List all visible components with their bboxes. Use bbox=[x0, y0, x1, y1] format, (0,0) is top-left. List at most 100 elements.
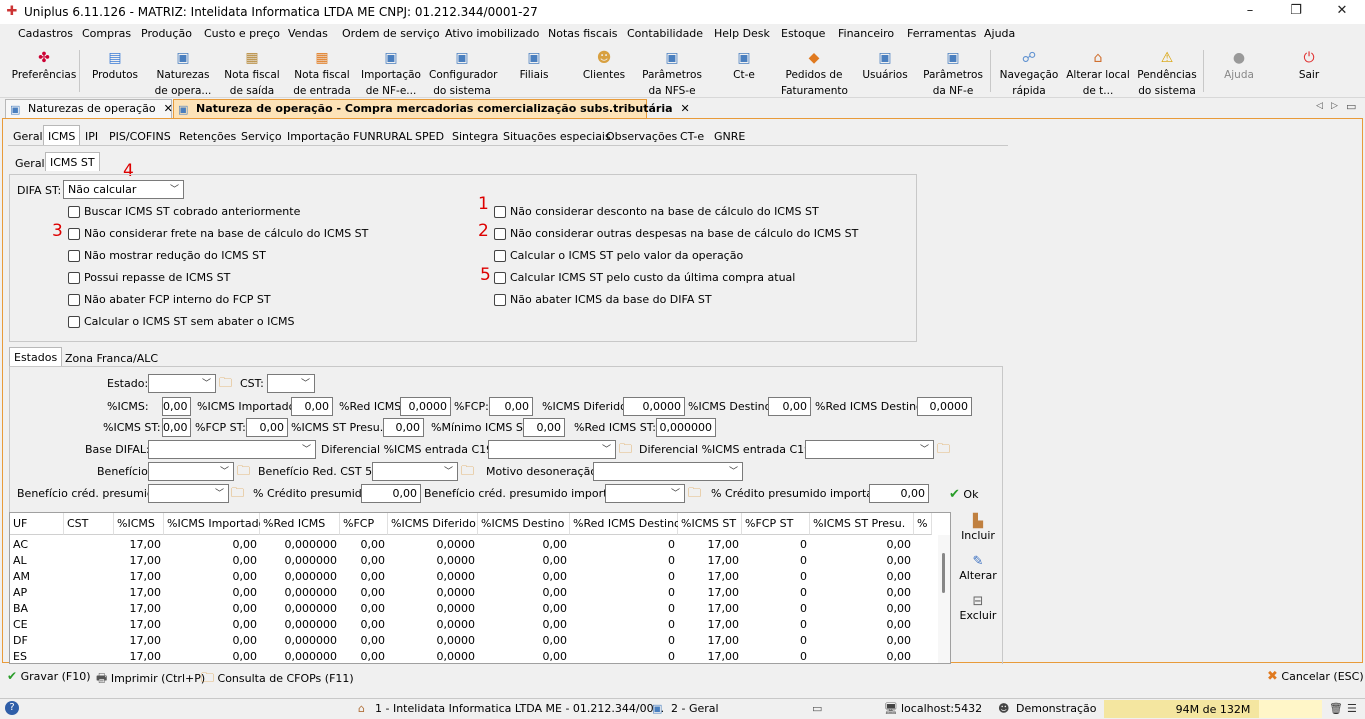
credito-presumido-input[interactable]: 0,00 bbox=[361, 484, 421, 503]
estado-select[interactable]: ﹀ bbox=[148, 374, 216, 393]
close-tab-icon[interactable]: ✕ bbox=[164, 102, 173, 115]
ok-button[interactable]: ✔ Ok bbox=[949, 487, 978, 502]
table-row[interactable]: DF 17,00 0,00 0,000000 0,00 0,0000 0,00 0 17,00 0… bbox=[10, 633, 938, 649]
icms-diferido-input[interactable]: 0,0000 bbox=[623, 397, 685, 416]
list-icon[interactable]: ☰ bbox=[1347, 702, 1357, 715]
credito-presumido-imp-input[interactable]: 0,00 bbox=[869, 484, 929, 503]
dif-195-select[interactable]: ﹀ bbox=[488, 440, 616, 459]
toolbar-preferencias-button[interactable]: ✤ Preferências bbox=[11, 48, 77, 98]
checkbox[interactable] bbox=[494, 294, 506, 306]
grid-header-cell[interactable]: %Red ICMS bbox=[260, 513, 340, 535]
red-icms-destino-input[interactable]: 0,0000 bbox=[917, 397, 972, 416]
menu-estoque[interactable]: Estoque bbox=[781, 27, 825, 40]
check-calcular-valor-operacao[interactable]: Calcular o ICMS ST pelo valor da operaçã… bbox=[494, 249, 743, 262]
checkbox[interactable] bbox=[68, 316, 80, 328]
folder-search-icon[interactable]: 🗀 bbox=[237, 462, 250, 484]
alterar-button[interactable]: ✎ Alterar bbox=[958, 554, 998, 582]
grid-header-cell[interactable]: %FCP bbox=[340, 513, 388, 535]
status-company[interactable]: 1 - Intelidata Informatica LTDA ME - 01.… bbox=[375, 702, 664, 715]
tab-funrural[interactable]: FUNRURAL bbox=[351, 128, 414, 146]
tab-retencoes[interactable]: Retenções bbox=[177, 128, 238, 146]
tab-pis-cofins[interactable]: PIS/COFINS bbox=[107, 128, 173, 146]
toolbar-navegacao-button[interactable]: ☍ Navegação rápida bbox=[996, 48, 1062, 98]
checkbox[interactable] bbox=[494, 228, 506, 240]
grid-header-cell[interactable]: % bbox=[914, 513, 932, 535]
toolbar-clientes-button[interactable]: ☻ Clientes bbox=[571, 48, 637, 98]
trash-icon[interactable]: 🗑 bbox=[1329, 702, 1343, 715]
table-row[interactable]: ES 17,00 0,00 0,000000 0,00 0,0000 0,00 0 17,00 0… bbox=[10, 649, 938, 663]
toolbar-parametros-nfe-button[interactable]: ▣ Parâmetros da NF-e bbox=[920, 48, 986, 98]
menu-compras[interactable]: Compras bbox=[82, 27, 131, 40]
fcp-st-input[interactable]: 0,00 bbox=[246, 418, 288, 437]
grid-header-cell[interactable]: CST bbox=[64, 513, 114, 535]
toolbar-filiais-button[interactable]: ▣ Filiais bbox=[501, 48, 567, 98]
table-row[interactable]: AL 17,00 0,00 0,000000 0,00 0,0000 0,00 0 17,00 0… bbox=[10, 553, 938, 569]
check-nao-considerar-desconto[interactable]: Não considerar desconto na base de cálcu… bbox=[494, 205, 819, 218]
grid-header-cell[interactable]: %ICMS ST Presu. bbox=[810, 513, 914, 535]
tab-sintegra[interactable]: Sintegra bbox=[450, 128, 500, 146]
toolbar-usuarios-button[interactable]: ▣ Usuários bbox=[852, 48, 918, 98]
folder-search-icon[interactable]: 🗀 bbox=[219, 374, 232, 396]
subtab-geral[interactable]: Geral bbox=[13, 155, 47, 173]
base-difal-select[interactable]: ﹀ bbox=[148, 440, 316, 459]
close-tab-icon[interactable]: ✕ bbox=[681, 102, 690, 115]
estados-grid[interactable]: UF CST %ICMS %ICMS Importado %Red ICMS %FCP %I… bbox=[9, 512, 951, 664]
table-row[interactable]: AP 17,00 0,00 0,000000 0,00 0,0000 0,00 0 17,00 0… bbox=[10, 585, 938, 601]
excluir-button[interactable]: ⊟ Excluir bbox=[958, 594, 998, 622]
table-row[interactable]: AM 17,00 0,00 0,000000 0,00 0,0000 0,00 0 17,00 0… bbox=[10, 569, 938, 585]
toolbar-cte-button[interactable]: ▣ Ct-e bbox=[711, 48, 777, 98]
menu-vendas[interactable]: Vendas bbox=[288, 27, 328, 40]
check-calcular-sem-abater[interactable]: Calcular o ICMS ST sem abater o ICMS bbox=[68, 315, 295, 328]
folder-search-icon[interactable]: 🗀 bbox=[619, 440, 632, 462]
checkbox[interactable] bbox=[494, 206, 506, 218]
close-window-button[interactable]: ✕ bbox=[1319, 0, 1365, 24]
grid-header-cell[interactable]: %Red ICMS Destino bbox=[570, 513, 681, 535]
toolbar-nota-entrada-button[interactable]: ▦ Nota fiscal de entrada bbox=[289, 48, 355, 98]
menu-custo-e-preco[interactable]: Custo e preço bbox=[204, 27, 280, 40]
maximize-button[interactable]: ❐ bbox=[1273, 0, 1319, 24]
folder-search-icon[interactable]: 🗀 bbox=[688, 484, 701, 506]
table-row[interactable]: CE 17,00 0,00 0,000000 0,00 0,0000 0,00 0 17,00 0… bbox=[10, 617, 938, 633]
icms-destino-input[interactable]: 0,00 bbox=[768, 397, 811, 416]
help-icon[interactable]: ? bbox=[5, 701, 19, 715]
minimize-button[interactable]: – bbox=[1227, 0, 1273, 24]
toolbar-configurador-button[interactable]: ▣ Configurador do sistema bbox=[429, 48, 498, 98]
beneficio-cred-select[interactable]: ﹀ bbox=[148, 484, 229, 503]
grid-header-cell[interactable]: %ICMS bbox=[114, 513, 164, 535]
toolbar-ajuda-button[interactable]: ● Ajuda bbox=[1206, 48, 1272, 98]
table-row[interactable]: AC 17,00 0,00 0,000000 0,00 0,0000 0,00 0 17,00 0… bbox=[10, 537, 938, 553]
tab-observacoes[interactable]: Observações bbox=[604, 128, 679, 146]
menu-producao[interactable]: Produção bbox=[141, 27, 192, 40]
check-calcular-custo-ultima-compra[interactable]: Calcular ICMS ST pelo custo da última co… bbox=[494, 271, 795, 284]
grid-header-cell[interactable]: %ICMS ST bbox=[678, 513, 742, 535]
tab-list-icon[interactable]: ▭ bbox=[1346, 100, 1356, 113]
check-nao-abater-icms-difa[interactable]: Não abater ICMS da base do DIFA ST bbox=[494, 293, 712, 306]
check-possui-repasse[interactable]: Possui repasse de ICMS ST bbox=[68, 271, 230, 284]
doctab-naturezas[interactable]: ▣ Naturezas de operação ✕ bbox=[5, 99, 173, 118]
status-module[interactable]: 2 - Geral bbox=[671, 702, 719, 715]
tab-situacoes-especiais[interactable]: Situações especiais bbox=[501, 128, 613, 146]
gravar-button[interactable]: ✔ Gravar (F10) bbox=[7, 669, 91, 683]
cancelar-button[interactable]: ✖ Cancelar (ESC) bbox=[1267, 669, 1364, 684]
menu-notas-fiscais[interactable]: Notas fiscais bbox=[548, 27, 617, 40]
check-nao-abater-fcp[interactable]: Não abater FCP interno do FCP ST bbox=[68, 293, 271, 306]
grid-header-cell[interactable]: UF bbox=[10, 513, 64, 535]
checkbox[interactable] bbox=[68, 294, 80, 306]
toolbar-parametros-nfse-button[interactable]: ▣ Parâmetros da NFS-e bbox=[639, 48, 705, 98]
menu-financeiro[interactable]: Financeiro bbox=[838, 27, 894, 40]
minimo-icms-st-input[interactable]: 0,00 bbox=[523, 418, 565, 437]
toolbar-alterar-local-button[interactable]: ⌂ Alterar local de t... bbox=[1065, 48, 1131, 98]
tab-gnre[interactable]: GNRE bbox=[712, 128, 747, 146]
toolbar-nota-saida-button[interactable]: ▦ Nota fiscal de saída bbox=[219, 48, 285, 98]
tab-icms[interactable]: ICMS bbox=[43, 125, 81, 145]
tab-ipi[interactable]: IPI bbox=[83, 128, 100, 146]
icms-importado-input[interactable]: 0,00 bbox=[291, 397, 333, 416]
icms-st-input[interactable]: 0,00 bbox=[162, 418, 191, 437]
menu-ativo-imobilizado[interactable]: Ativo imobilizado bbox=[445, 27, 539, 40]
red-icms-input[interactable]: 0,0000 bbox=[400, 397, 451, 416]
check-nao-considerar-despesas[interactable]: Não considerar outras despesas na base d… bbox=[494, 227, 858, 240]
menu-ferramentas[interactable]: Ferramentas bbox=[907, 27, 976, 40]
menu-contabilidade[interactable]: Contabilidade bbox=[627, 27, 703, 40]
toolbar-produtos-button[interactable]: ▤ Produtos bbox=[82, 48, 148, 98]
grid-header-cell[interactable]: %ICMS Importado bbox=[164, 513, 265, 535]
